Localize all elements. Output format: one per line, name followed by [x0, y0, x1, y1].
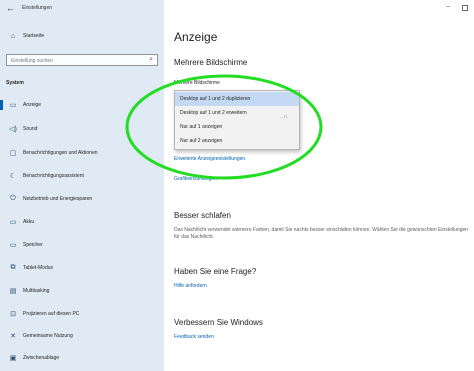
section-heading-improve: Verbessern Sie Windows	[174, 318, 263, 327]
advanced-display-settings-link[interactable]: Erweiterte Anzeigeeinstellungen	[174, 156, 245, 162]
sidebar-item-gemeinsame-nutzung[interactable]: ✕ Gemeinsame Nutzung	[0, 330, 164, 342]
moon-icon: ☾	[9, 173, 17, 180]
sidebar-item-tablet-modus[interactable]: ⧉ Tablet-Modus	[0, 262, 164, 274]
sidebar-item-projizieren[interactable]: ⊡ Projizieren auf diesen PC	[0, 308, 164, 320]
dropdown-option-only-2[interactable]: Nur auf 2 anzeigen	[175, 134, 299, 148]
home-icon: ⌂	[10, 32, 16, 40]
storage-icon: ▭	[9, 242, 17, 249]
power-icon: ⏻	[10, 195, 16, 202]
sidebar-item-label: Benachrichtigungen und Aktionen	[23, 150, 98, 156]
dropdown-option-label: Nur auf 2 anzeigen	[180, 138, 223, 144]
back-button[interactable]: ←	[6, 2, 15, 14]
sidebar-item-label: Projizieren auf diesen PC	[23, 311, 80, 317]
sidebar-item-sound[interactable]: ◁) Sound	[0, 123, 164, 135]
sidebar-item-benachrichtigungsassistent[interactable]: ☾ Benachrichtigungsassistent	[0, 170, 164, 182]
sidebar-item-label: Tablet-Modus	[23, 265, 54, 271]
sidebar-item-label: Sound	[23, 126, 38, 132]
sidebar-item-label: Zwischenablage	[23, 355, 60, 361]
main-content: – Anzeige Mehrere Bildschirme Mehrere Bi…	[164, 0, 474, 371]
project-icon: ⊡	[10, 311, 16, 318]
search-icon: ⌕	[149, 56, 153, 63]
sidebar-item-label: Startseite	[23, 33, 45, 39]
sidebar: ← Einstellungen ⌂ Startseite Einstellung…	[0, 0, 164, 371]
sidebar-item-label: Multitasking	[23, 288, 50, 294]
tablet-icon: ⧉	[10, 264, 16, 271]
graphics-settings-link[interactable]: Grafikeinstellungen	[174, 176, 217, 182]
share-icon: ✕	[10, 333, 16, 340]
multi-display-dropdown[interactable]: Desktop auf 1 und 2 duplizieren Desktop …	[174, 90, 300, 150]
clipboard-icon: ▣	[9, 355, 17, 362]
message-icon: ▢	[9, 150, 17, 157]
truncated-hint-text: ...n.	[280, 114, 289, 120]
sidebar-item-benachrichtigungen[interactable]: ▢ Benachrichtigungen und Aktionen	[0, 147, 164, 159]
speaker-icon: ◁)	[9, 126, 17, 133]
dropdown-option-label: Nur auf 1 anzeigen	[180, 124, 223, 130]
sidebar-item-zwischenablage[interactable]: ▣ Zwischenablage	[0, 352, 164, 364]
battery-icon: ▭	[9, 219, 17, 226]
maximize-button[interactable]	[462, 5, 468, 11]
night-light-description: Das Nachtlicht verwendet wärmere Farben,…	[174, 227, 469, 240]
send-feedback-link[interactable]: Feedback senden	[174, 334, 214, 340]
multi-display-label: Mehrere Bildschirme	[174, 80, 220, 86]
title-bar: ← Einstellungen	[0, 0, 164, 16]
sidebar-item-speicher[interactable]: ▭ Speicher	[0, 239, 164, 251]
sidebar-item-label: Gemeinsame Nutzung	[23, 333, 73, 339]
sidebar-item-anzeige[interactable]: ▭ Anzeige	[0, 99, 164, 111]
section-heading-system: System	[6, 80, 24, 86]
sidebar-item-label: Anzeige	[23, 102, 42, 108]
search-input[interactable]: Einstellung suchen ⌕	[6, 54, 158, 66]
dropdown-option-label: Desktop auf 1 und 2 erweitern	[180, 110, 247, 116]
sidebar-item-label: Netzbetrieb und Energiesparen	[23, 196, 93, 202]
minimize-button[interactable]: –	[446, 3, 450, 10]
page-title: Anzeige	[174, 30, 218, 44]
sidebar-item-home[interactable]: ⌂ Startseite	[8, 30, 44, 42]
section-heading-multi-display: Mehrere Bildschirme	[174, 58, 248, 67]
section-heading-question: Haben Sie eine Frage?	[174, 267, 257, 276]
get-help-link[interactable]: Hilfe anfordern	[174, 283, 207, 289]
sidebar-item-label: Speicher	[23, 242, 43, 248]
sidebar-item-akku[interactable]: ▭ Akku	[0, 216, 164, 228]
multitasking-icon: ▤	[9, 288, 17, 295]
section-heading-sleep: Besser schlafen	[174, 211, 231, 220]
dropdown-option-label: Desktop auf 1 und 2 duplizieren	[180, 96, 251, 102]
sidebar-item-multitasking[interactable]: ▤ Multitasking	[0, 285, 164, 297]
dropdown-option-only-1[interactable]: Nur auf 1 anzeigen	[175, 120, 299, 134]
sidebar-item-label: Benachrichtigungsassistent	[23, 173, 84, 179]
sidebar-item-label: Akku	[23, 219, 35, 225]
dropdown-option-duplicate[interactable]: Desktop auf 1 und 2 duplizieren	[175, 92, 299, 106]
app-title: Einstellungen	[22, 5, 53, 11]
search-placeholder: Einstellung suchen	[11, 58, 53, 64]
sidebar-item-netzbetrieb[interactable]: ⏻ Netzbetrieb und Energiesparen	[0, 193, 164, 205]
monitor-icon: ▭	[9, 102, 17, 109]
